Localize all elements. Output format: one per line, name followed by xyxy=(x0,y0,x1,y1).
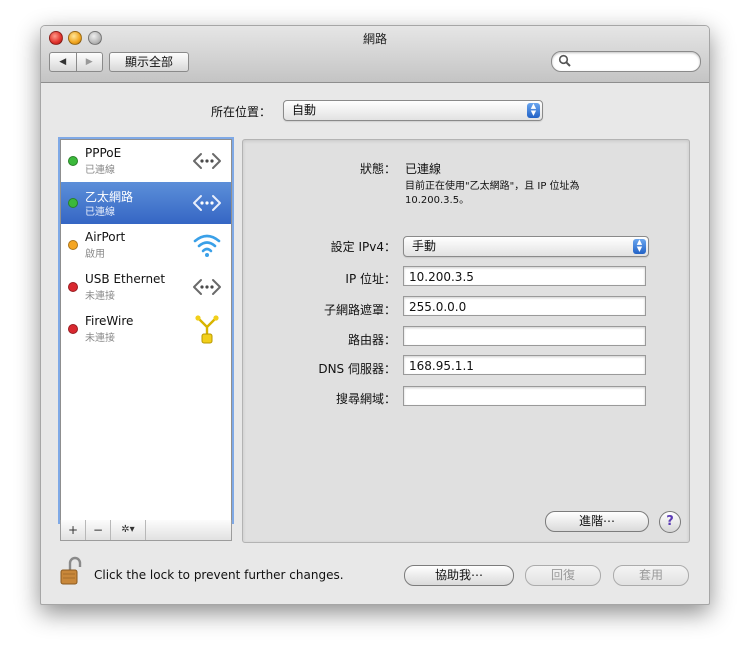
search-field[interactable] xyxy=(551,51,701,72)
status-value: 已連線 xyxy=(405,162,442,176)
status-dot-connected xyxy=(68,198,78,208)
back-forward-control: ◀ ▶ xyxy=(49,52,103,72)
status-dot-connected xyxy=(68,156,78,166)
status-label: 狀態： xyxy=(359,162,396,176)
assist-me-button[interactable]: 協助我⋯ xyxy=(404,565,514,586)
service-list: PPPoE 已連線 乙太網路 已連線 AirPort 啟用 USB Ethern… xyxy=(60,139,232,522)
revert-button[interactable]: 回復 xyxy=(525,565,601,586)
service-name: AirPort xyxy=(85,230,126,244)
firewire-icon xyxy=(195,315,219,344)
service-status: 已連線 xyxy=(85,165,115,176)
service-item-airport[interactable]: AirPort 啟用 xyxy=(61,224,231,266)
status-description: 目前正在使用"乙太網路"，且 IP 位址為 10.200.3.5。 xyxy=(405,180,645,208)
configure-ipv4-popup[interactable]: 手動 ▲ ▼ xyxy=(403,236,649,257)
router-label: 路由器： xyxy=(347,333,396,347)
search-domains-label: 搜尋網域： xyxy=(335,392,396,406)
ip-address-field[interactable]: 10.200.3.5 xyxy=(403,266,646,286)
popup-arrows-icon: ▲ ▼ xyxy=(633,239,646,254)
ethernet-arrows-icon xyxy=(193,279,221,295)
service-status: 未連接 xyxy=(85,291,115,302)
advanced-button[interactable]: 進階⋯ xyxy=(545,511,649,532)
popup-arrows-icon: ▲ ▼ xyxy=(527,103,540,118)
status-dot-disconnected xyxy=(68,282,78,292)
location-popup[interactable]: 自動 ▲ ▼ xyxy=(283,100,543,121)
router-field[interactable] xyxy=(403,326,646,346)
window-title: 網路 xyxy=(362,32,387,46)
lock-open-icon[interactable] xyxy=(59,556,85,586)
ip-address-label: IP 位址： xyxy=(345,272,396,286)
service-item-ethernet[interactable]: 乙太網路 已連線 xyxy=(61,182,231,224)
network-preferences-window: 網路 ◀ ▶ 顯示全部 所在位置： 自動 ▲ ▼ PPPoE 已連線 乙太網路 … xyxy=(40,25,710,605)
status-dot-active xyxy=(68,240,78,250)
help-button[interactable]: ? xyxy=(659,511,681,533)
forward-button[interactable]: ▶ xyxy=(75,53,103,71)
configure-ipv4-label: 設定 IPv4： xyxy=(330,240,396,254)
service-name: FireWire xyxy=(85,314,134,328)
ethernet-arrows-icon xyxy=(193,153,221,169)
service-item-usb-ethernet[interactable]: USB Ethernet 未連接 xyxy=(61,266,231,308)
back-button[interactable]: ◀ xyxy=(50,53,76,71)
lock-message: Click the lock to prevent further change… xyxy=(94,568,344,582)
status-description-line: 目前正在使用"乙太網路"，且 IP 位址為 xyxy=(405,181,580,192)
title-bar: 網路 ◀ ▶ 顯示全部 xyxy=(41,26,709,83)
search-icon xyxy=(558,54,571,67)
service-status: 啟用 xyxy=(85,249,105,260)
service-status: 已連線 xyxy=(85,207,115,218)
add-service-button[interactable]: + xyxy=(61,520,86,540)
show-all-button[interactable]: 顯示全部 xyxy=(109,52,189,72)
dns-server-label: DNS 伺服器： xyxy=(318,362,396,376)
status-dot-disconnected xyxy=(68,324,78,334)
service-item-firewire[interactable]: FireWire 未連接 xyxy=(61,308,231,350)
dns-server-field[interactable]: 168.95.1.1 xyxy=(403,355,646,375)
service-name: PPPoE xyxy=(85,146,122,160)
location-value: 自動 xyxy=(292,103,317,117)
configure-ipv4-value: 手動 xyxy=(412,239,437,253)
remove-service-button[interactable]: − xyxy=(86,520,111,540)
apply-button[interactable]: 套用 xyxy=(613,565,689,586)
ethernet-arrows-icon xyxy=(193,195,221,211)
subnet-mask-field[interactable]: 255.0.0.0 xyxy=(403,296,646,316)
service-item-pppoe[interactable]: PPPoE 已連線 xyxy=(61,140,231,182)
wifi-icon xyxy=(193,234,221,257)
status-description-line: 10.200.3.5。 xyxy=(405,195,470,206)
search-domains-field[interactable] xyxy=(403,386,646,406)
service-list-toolbar: + − ✲▾ xyxy=(60,520,232,541)
location-label: 所在位置： xyxy=(211,105,272,119)
subnet-mask-label: 子網路遮罩： xyxy=(323,303,396,317)
gear-icon[interactable]: ✲▾ xyxy=(111,520,146,540)
service-status: 未連接 xyxy=(85,333,115,344)
service-name: USB Ethernet xyxy=(85,272,166,286)
bottom-bar: Click the lock to prevent further change… xyxy=(41,552,709,604)
